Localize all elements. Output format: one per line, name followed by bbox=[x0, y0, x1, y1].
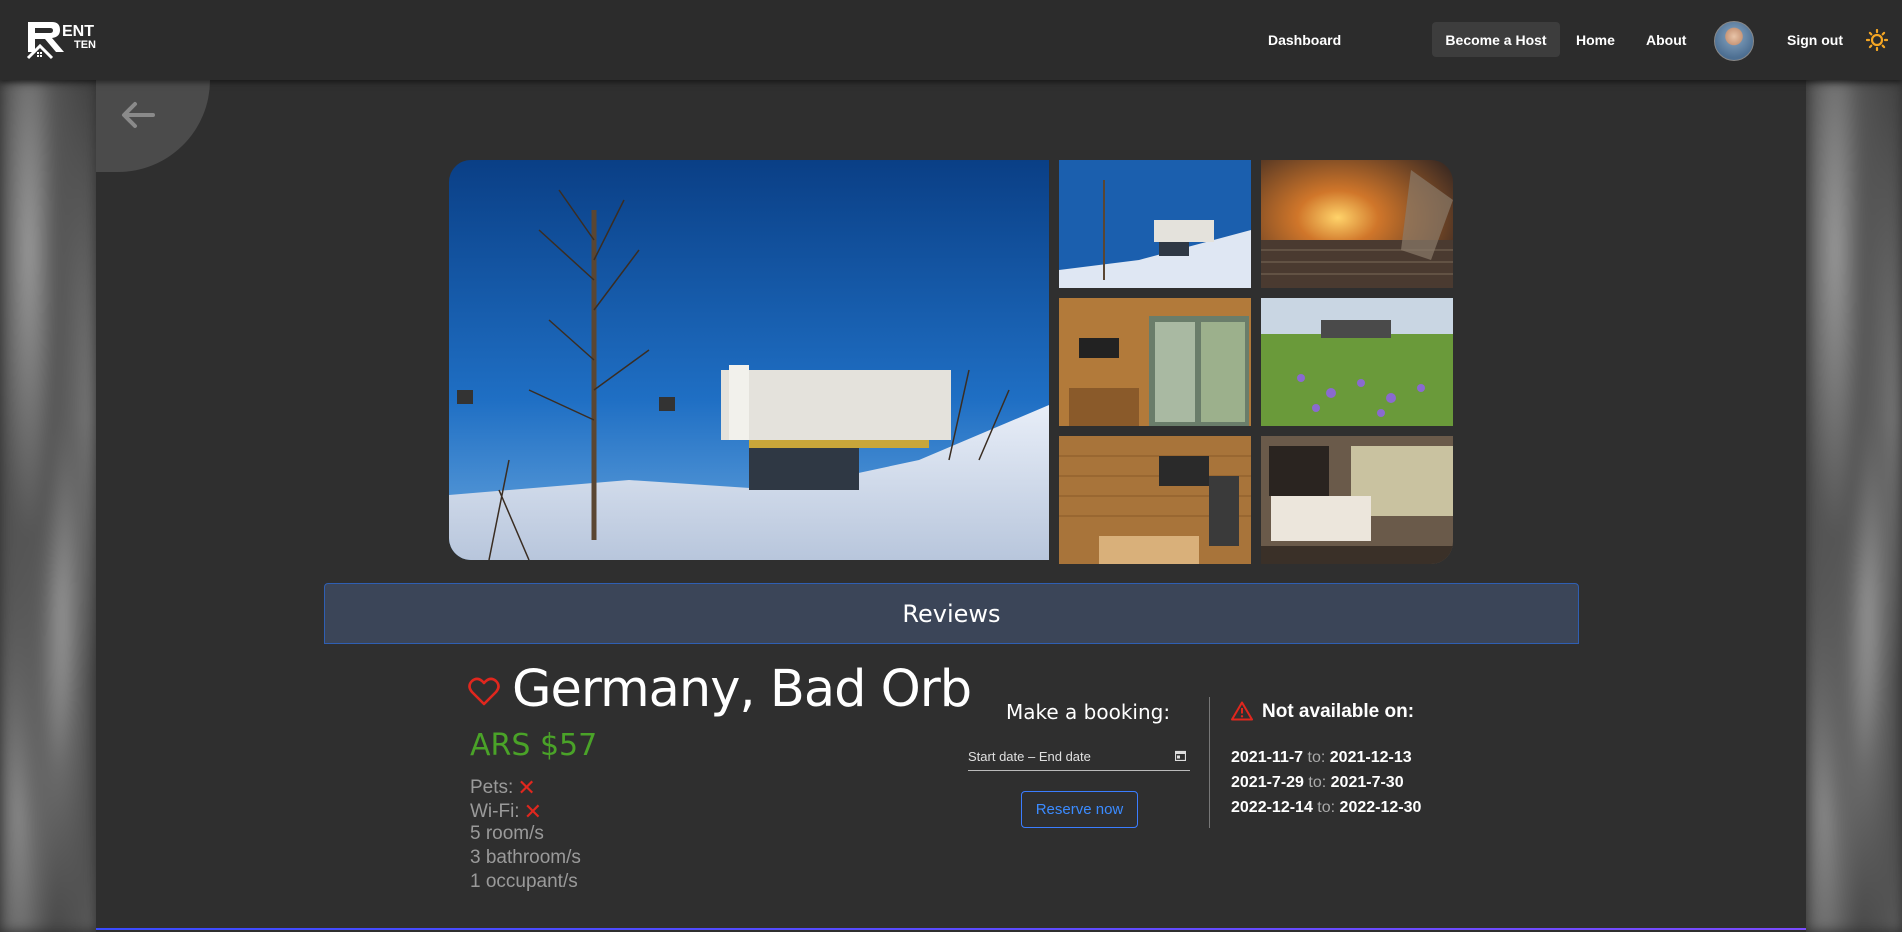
arrow-left-icon bbox=[122, 102, 155, 128]
rooms-count: 5 room/s bbox=[470, 823, 544, 844]
warning-icon bbox=[1231, 701, 1253, 721]
nav-dashboard-link[interactable]: Dashboard bbox=[1268, 0, 1341, 80]
range-end: 2021-12-13 bbox=[1329, 749, 1412, 766]
gallery-thumb-2[interactable] bbox=[1261, 160, 1453, 288]
rentten-logo[interactable]: ENT TEN bbox=[26, 18, 110, 62]
logo-text-top: ENT bbox=[62, 23, 94, 40]
cross-icon: ✕ bbox=[517, 775, 536, 800]
gallery-thumb-4[interactable] bbox=[1261, 298, 1453, 426]
vertical-divider bbox=[1209, 697, 1210, 828]
booking-title: Make a booking: bbox=[1006, 700, 1171, 724]
cross-icon: ✕ bbox=[523, 799, 543, 824]
pets-feature: Pets: ✕ bbox=[470, 775, 536, 801]
pets-label: Pets: bbox=[470, 777, 514, 798]
range-to: to: bbox=[1317, 799, 1336, 816]
gallery-thumb-1[interactable] bbox=[1059, 160, 1251, 288]
unavailable-range: 2021-11-7 to: 2021-12-13 bbox=[1231, 749, 1412, 767]
range-end: 2021-7-30 bbox=[1330, 774, 1404, 791]
occupants-count: 1 occupant/s bbox=[470, 871, 578, 892]
gallery-thumb-5[interactable] bbox=[1059, 436, 1251, 564]
logo-text-bottom: TEN bbox=[74, 39, 96, 51]
range-end: 2022-12-30 bbox=[1339, 799, 1422, 816]
bathrooms-count: 3 bathroom/s bbox=[470, 847, 581, 868]
listing-title: Germany, Bad Orb bbox=[512, 660, 972, 719]
main-photo[interactable] bbox=[449, 160, 1049, 560]
nav-home-link[interactable]: Home bbox=[1576, 0, 1615, 80]
reserve-now-button[interactable]: Reserve now bbox=[1021, 791, 1138, 828]
user-avatar[interactable] bbox=[1714, 21, 1754, 61]
range-start: 2022-12-14 bbox=[1231, 799, 1313, 816]
gallery-thumb-6[interactable] bbox=[1261, 436, 1453, 564]
unavailable-range: 2021-7-29 to: 2021-7-30 bbox=[1231, 774, 1404, 792]
background-image-left bbox=[0, 80, 96, 932]
nav-about-link[interactable]: About bbox=[1646, 0, 1686, 80]
listing-price: ARS $57 bbox=[470, 728, 598, 763]
not-available-title: Not available on: bbox=[1262, 701, 1415, 722]
background-image-right bbox=[1806, 80, 1902, 932]
bottom-accent-line bbox=[96, 928, 1806, 930]
calendar-icon[interactable] bbox=[1175, 750, 1186, 761]
favorite-heart-icon[interactable] bbox=[468, 677, 500, 707]
unavailable-range: 2022-12-14 to: 2022-12-30 bbox=[1231, 799, 1421, 817]
wifi-feature: Wi-Fi: ✕ bbox=[470, 799, 542, 825]
date-range-input[interactable]: Start date – End date bbox=[968, 744, 1190, 771]
become-host-button[interactable]: Become a Host bbox=[1432, 22, 1560, 57]
theme-toggle-sun-icon[interactable] bbox=[1866, 29, 1888, 51]
range-start: 2021-7-29 bbox=[1231, 774, 1304, 791]
top-navbar: ENT TEN Dashboard Become a Host Home Abo… bbox=[0, 0, 1902, 80]
sign-out-link[interactable]: Sign out bbox=[1787, 0, 1843, 80]
gallery-thumb-3[interactable] bbox=[1059, 298, 1251, 426]
reviews-toggle[interactable]: Reviews bbox=[324, 583, 1579, 644]
range-to: to: bbox=[1308, 774, 1327, 791]
wifi-label: Wi-Fi: bbox=[470, 801, 520, 822]
range-to: to: bbox=[1307, 749, 1326, 766]
range-start: 2021-11-7 bbox=[1231, 749, 1304, 766]
date-range-placeholder: Start date – End date bbox=[968, 749, 1091, 764]
